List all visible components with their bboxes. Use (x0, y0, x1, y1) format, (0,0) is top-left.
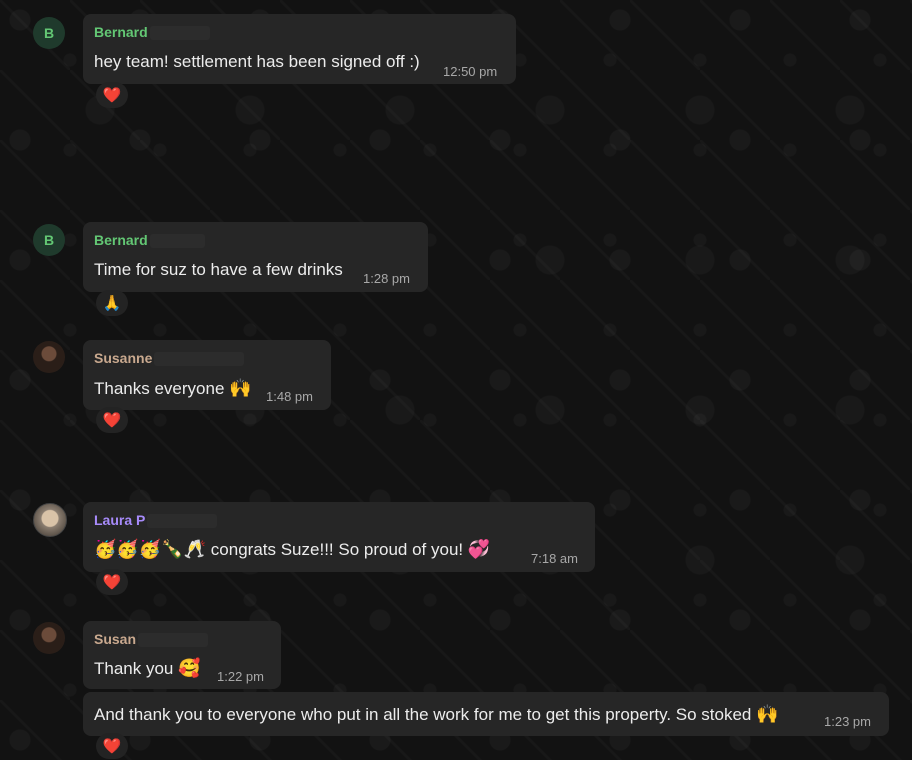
heart-icon: ❤️ (102, 574, 122, 591)
raised-hands-icon: 🙌 (756, 704, 779, 724)
avatar-letter: B (43, 232, 55, 248)
sender-name[interactable]: Bernard (94, 24, 210, 41)
avatar[interactable] (33, 503, 67, 537)
sender-name[interactable]: Bernard (94, 232, 205, 249)
pray-icon: 🙏 (102, 295, 122, 312)
chat-message-list[interactable]: B Bernard hey team! settlement has been … (0, 0, 912, 760)
message-bubble[interactable]: Susanne Thanks everyone 🙌 1:48 pm (83, 340, 331, 410)
message-time: 1:28 pm (363, 271, 410, 286)
message-text: Thank you (94, 659, 174, 678)
message-time: 1:22 pm (217, 669, 264, 684)
sender-name[interactable]: Susanne (94, 350, 245, 367)
avatar[interactable]: B (33, 17, 65, 49)
redacted-surname (154, 352, 245, 367)
heart-icon: ❤️ (102, 738, 122, 755)
avatar[interactable] (33, 341, 65, 373)
message-bubble[interactable]: Bernard Time for suz to have a few drink… (83, 222, 428, 292)
smiling-hearts-icon: 🥰 (178, 658, 201, 678)
heart-icon: ❤️ (102, 412, 122, 429)
message-time: 7:18 am (531, 551, 578, 566)
message-bubble[interactable]: Laura P 🥳🥳🥳🍾🥂 congrats Suze!!! So proud … (83, 502, 595, 572)
reaction-badge[interactable]: ❤️ (96, 407, 128, 433)
message-time: 1:23 pm (824, 714, 871, 729)
avatar[interactable] (33, 622, 65, 654)
sender-name[interactable]: Susan (94, 631, 209, 648)
message-time: 1:48 pm (266, 389, 313, 404)
message-text: Time for suz to have a few drinks (94, 260, 343, 279)
sender-name-text: Bernard (94, 232, 148, 248)
sender-name-text: Susanne (94, 350, 153, 366)
message-text-container: 🥳🥳🥳🍾🥂 congrats Suze!!! So proud of you! … (94, 539, 490, 560)
message-text: And thank you to everyone who put in all… (94, 705, 752, 724)
redacted-surname (138, 633, 209, 648)
sender-name-text: Bernard (94, 24, 148, 40)
redacted-surname (149, 234, 205, 249)
message-bubble[interactable]: And thank you to everyone who put in all… (83, 692, 889, 736)
message-bubble[interactable]: Bernard hey team! settlement has been si… (83, 14, 516, 84)
reaction-badge[interactable]: ❤️ (96, 733, 128, 759)
message-text: congrats Suze!!! So proud of you! (210, 540, 464, 559)
redacted-surname (147, 514, 218, 529)
reaction-badge[interactable]: ❤️ (96, 569, 128, 595)
heart-icon: ❤️ (102, 87, 122, 104)
sender-name-text: Laura P (94, 512, 146, 528)
message-time: 12:50 pm (443, 64, 498, 79)
party-face-icons: 🥳🥳🥳🍾🥂 (94, 539, 207, 559)
reaction-badge[interactable]: 🙏 (96, 290, 128, 316)
message-bubble[interactable]: Susan Thank you 🥰 1:22 pm (83, 621, 281, 689)
sender-name-text: Susan (94, 631, 137, 647)
message-text-container: Thank you 🥰 (94, 658, 201, 679)
hearts-icon: 💞 (467, 539, 491, 559)
message-text-container: And thank you to everyone who put in all… (94, 704, 779, 725)
reaction-badge[interactable]: ❤️ (96, 82, 128, 108)
message-text: hey team! settlement has been signed off… (94, 52, 420, 71)
message-text: Thanks everyone (94, 379, 225, 398)
avatar[interactable]: B (33, 224, 65, 256)
redacted-surname (149, 26, 210, 41)
sender-name[interactable]: Laura P (94, 512, 218, 529)
avatar-letter: B (43, 25, 55, 41)
raised-hands-icon: 🙌 (229, 378, 252, 398)
message-text-container: Thanks everyone 🙌 (94, 378, 252, 399)
